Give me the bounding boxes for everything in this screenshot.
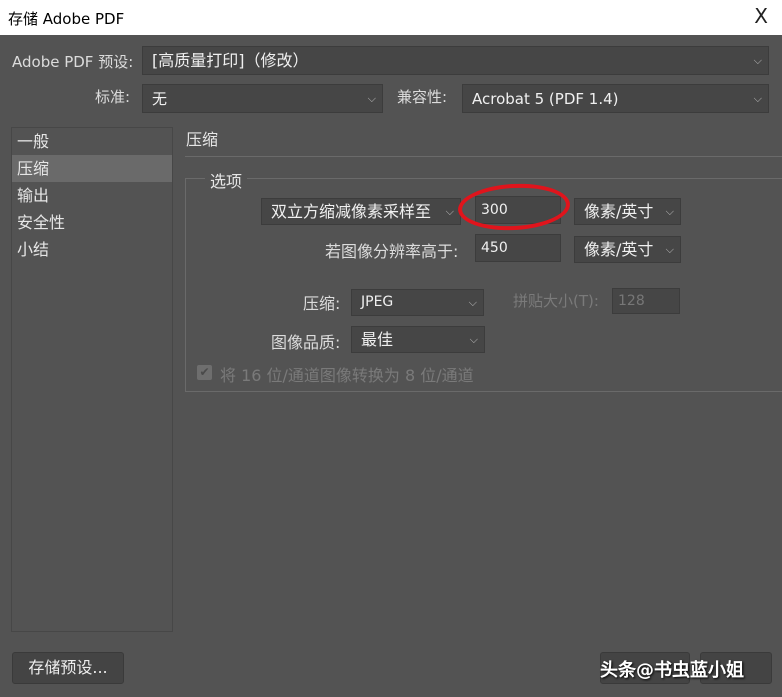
chevron-down-icon: ⌵ [753,92,762,105]
group-title: 选项 [205,168,248,192]
compat-select[interactable]: Acrobat 5 (PDF 1.4) ⌵ [462,84,769,113]
compression-select[interactable]: JPEG ⌵ [351,289,484,316]
compression-value: JPEG [361,294,394,310]
tile-size-input[interactable]: 128 [612,288,680,314]
section-title: 压缩 [186,130,219,149]
sampling-method-select[interactable]: 双立方缩减像素采样至 ⌵ [261,198,461,225]
above-unit-value: 像素/英寸 [584,240,654,259]
chevron-down-icon: ⌵ [665,205,674,218]
chevron-down-icon: ⌵ [367,92,376,105]
convert-label: 将 16 位/通道图像转换为 8 位/通道 [220,366,474,385]
standard-label: 标准: [95,88,131,106]
preset-value: [高质量打印]（修改） [152,51,309,70]
sidebar-item-output[interactable]: 输出 [12,182,172,209]
close-icon[interactable]: X [754,4,768,28]
compat-label: 兼容性: [397,88,448,106]
above-value-input[interactable]: 450 [475,234,561,262]
chevron-down-icon: ⌵ [665,243,674,256]
save-preset-button[interactable]: 存储预设... [12,652,124,684]
sampling-unit-value: 像素/英寸 [584,202,654,221]
sidebar-item-summary[interactable]: 小结 [12,236,172,263]
chevron-down-icon: ⌵ [753,54,762,67]
chevron-down-icon: ⌵ [468,296,477,309]
sampling-method-value: 双立方缩减像素采样至 [271,202,432,221]
sidebar-item-security[interactable]: 安全性 [12,209,172,236]
standard-value: 无 [152,90,168,108]
sampling-unit-select[interactable]: 像素/英寸 ⌵ [574,198,681,225]
preset-select[interactable]: [高质量打印]（修改） ⌵ [142,46,769,75]
compat-value: Acrobat 5 (PDF 1.4) [472,90,619,108]
window-title: 存储 Adobe PDF [8,10,125,28]
divider [185,156,782,157]
quality-select[interactable]: 最佳 ⌵ [351,326,485,353]
chevron-down-icon: ⌵ [469,333,478,346]
quality-label: 图像品质: [271,333,341,352]
tile-size-label: 拼贴大小(T): [513,292,599,310]
convert-checkbox[interactable]: ✔ [197,365,212,380]
chevron-down-icon: ⌵ [445,205,454,218]
above-label: 若图像分辨率高于: [325,242,459,261]
sidebar-item-general[interactable]: 一般 [12,128,172,155]
preset-label: Adobe PDF 预设: [12,53,134,71]
above-unit-select[interactable]: 像素/英寸 ⌵ [574,236,681,263]
quality-value: 最佳 [361,330,394,349]
standard-select[interactable]: 无 ⌵ [142,84,383,113]
sidebar: 一般 压缩 输出 安全性 小结 [11,127,173,632]
title-bar: 存储 Adobe PDF X [0,0,782,35]
compression-label: 压缩: [303,294,341,313]
watermark: 头条@书虫蓝小姐 [600,660,744,681]
sidebar-item-compression[interactable]: 压缩 [12,155,172,182]
